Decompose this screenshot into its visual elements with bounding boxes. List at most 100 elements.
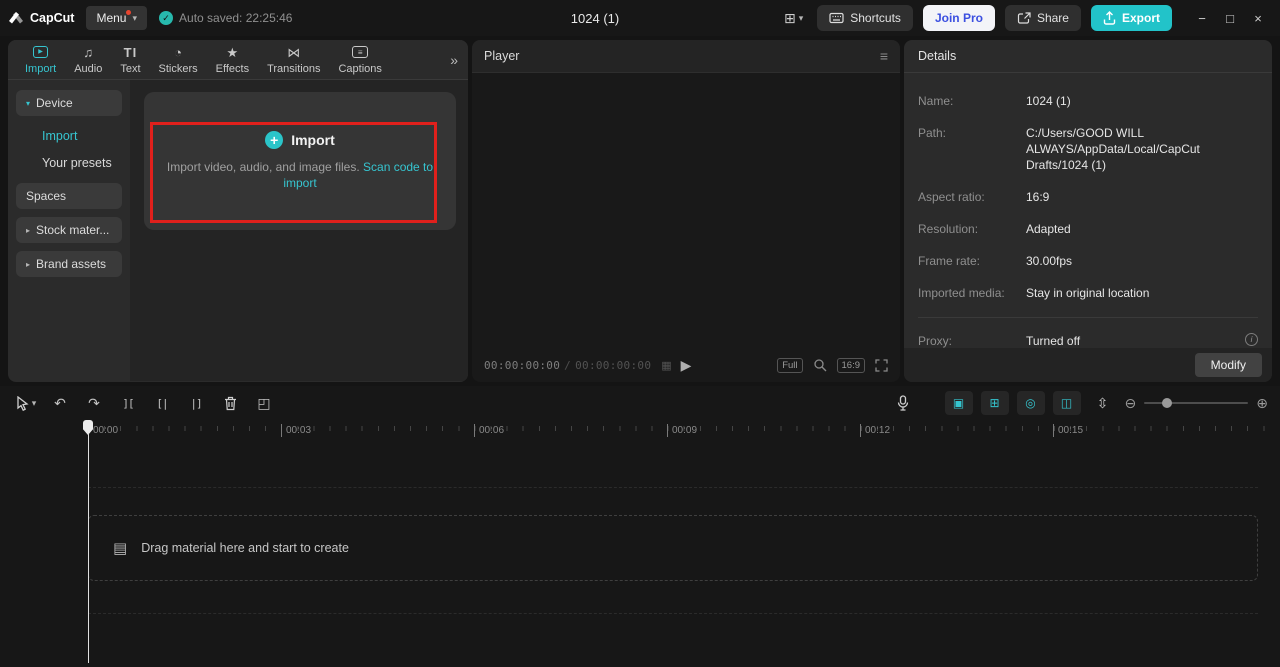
- timeline-ruler[interactable]: 00:00 00:03 00:06 00:09 00:12 00:15: [0, 420, 1280, 444]
- maximize-button[interactable]: □: [1216, 5, 1244, 31]
- chevron-down-icon: ▾: [132, 13, 137, 24]
- fullscreen-icon[interactable]: [875, 359, 888, 372]
- chevron-right-icon: ▸: [26, 226, 30, 235]
- track-zone-divider: [88, 487, 1258, 488]
- chevron-down-icon: ▾: [799, 13, 804, 24]
- modify-button[interactable]: Modify: [1195, 353, 1262, 377]
- menu-button[interactable]: Menu ▾: [86, 6, 147, 30]
- tab-audio[interactable]: ♫ Audio: [65, 41, 111, 79]
- tab-import[interactable]: ▶ Import: [16, 41, 65, 79]
- preview-axis-toggle[interactable]: ◫: [1053, 391, 1081, 415]
- sidebar-item-brand-assets[interactable]: ▸ Brand assets: [16, 251, 122, 277]
- microphone-icon: [897, 395, 909, 411]
- aspect-ratio-button[interactable]: 16:9: [837, 358, 866, 373]
- details-footer: Modify: [904, 348, 1272, 382]
- keyboard-icon: [829, 12, 844, 24]
- minimize-button[interactable]: −: [1188, 5, 1216, 31]
- tab-stickers[interactable]: ◔ Stickers: [150, 41, 207, 79]
- frame-settings-icon[interactable]: ▦: [661, 359, 671, 372]
- playhead[interactable]: [83, 420, 93, 663]
- share-label: Share: [1037, 11, 1069, 25]
- play-button[interactable]: ▶: [681, 357, 692, 374]
- export-label: Export: [1122, 11, 1160, 25]
- text-icon: TI: [124, 45, 138, 60]
- media-sidebar: ▾ Device Import Your presets Spaces ▸ St…: [8, 80, 130, 381]
- timeline-toolbar: ▾ ↶ ↷ ][ [| |] ◰: [0, 386, 1280, 420]
- tab-text[interactable]: TI Text: [111, 41, 149, 79]
- import-dropzone[interactable]: + Import Import video, audio, and image …: [144, 92, 456, 230]
- delete-left-button[interactable]: [|: [148, 390, 176, 416]
- timeline-section: ▾ ↶ ↷ ][ [| |] ◰: [0, 386, 1280, 667]
- tab-transitions-label: Transitions: [267, 63, 320, 75]
- timecode-separator: /: [564, 359, 571, 372]
- divider: [918, 317, 1258, 318]
- detail-row-frame-rate: Frame rate: 30.00fps: [918, 253, 1258, 269]
- tab-text-label: Text: [120, 63, 140, 75]
- detail-row-aspect-ratio: Aspect ratio: 16:9: [918, 189, 1258, 205]
- ruler-label: 00:06: [474, 424, 504, 437]
- tab-audio-label: Audio: [74, 63, 102, 75]
- project-title: 1024 (1): [505, 11, 685, 26]
- player-menu-icon[interactable]: ≡: [880, 48, 888, 64]
- crop-button[interactable]: ◰: [250, 390, 278, 416]
- import-card-description: Import video, audio, and image files. Sc…: [150, 159, 450, 191]
- export-button[interactable]: Export: [1091, 5, 1172, 31]
- window-controls: − □ ×: [1188, 5, 1272, 31]
- tab-captions[interactable]: ≡ Captions: [329, 41, 390, 79]
- trash-icon: [224, 396, 237, 411]
- auto-snap-toggle[interactable]: ⊞: [981, 391, 1009, 415]
- workspace-layout-button[interactable]: ⊞ ▾: [780, 10, 807, 27]
- import-icon: ▶: [33, 45, 48, 60]
- empty-track-dropzone[interactable]: ▤ Drag material here and start to create: [88, 515, 1258, 581]
- timeline-zoom-slider[interactable]: [1144, 402, 1248, 404]
- main-track-magnet-toggle[interactable]: ▣: [945, 391, 973, 415]
- sidebar-device-label: Device: [36, 96, 73, 110]
- info-icon[interactable]: i: [1245, 333, 1258, 346]
- sidebar-item-import[interactable]: Import: [16, 129, 122, 143]
- media-content: + Import Import video, audio, and image …: [130, 80, 468, 381]
- details-panel: Details Name: 1024 (1) Path: C:/Users/GO…: [904, 40, 1272, 382]
- tab-import-label: Import: [25, 63, 56, 75]
- sidebar-item-device[interactable]: ▾ Device: [16, 90, 122, 116]
- join-pro-button[interactable]: Join Pro: [923, 5, 995, 31]
- zoom-in-button[interactable]: ⊕: [1256, 395, 1268, 412]
- effects-star-icon: ★: [227, 45, 239, 60]
- sidebar-item-stock-materials[interactable]: ▸ Stock mater...: [16, 217, 122, 243]
- close-button[interactable]: ×: [1244, 5, 1272, 31]
- player-header: Player ≡: [472, 40, 900, 73]
- more-tabs-button[interactable]: »: [450, 52, 458, 68]
- delete-right-button[interactable]: |]: [182, 390, 210, 416]
- shortcuts-label: Shortcuts: [850, 11, 901, 25]
- tab-captions-label: Captions: [338, 63, 381, 75]
- full-quality-button[interactable]: Full: [777, 358, 802, 373]
- zoom-slider-handle[interactable]: [1162, 398, 1172, 408]
- capcut-window: CapCut Menu ▾ ✓ Auto saved: 22:25:46 102…: [0, 0, 1280, 667]
- player-controls: 00:00:00:00 / 00:00:00:00 ▦ ▶ Full 16:9: [472, 348, 900, 382]
- zoom-out-button[interactable]: ⊖: [1125, 395, 1137, 412]
- shortcuts-button[interactable]: Shortcuts: [817, 5, 913, 31]
- tab-effects[interactable]: ★ Effects: [207, 41, 258, 79]
- delete-button[interactable]: [216, 390, 244, 416]
- tab-transitions[interactable]: ⋈ Transitions: [258, 41, 329, 79]
- detail-row-proxy: Proxy: Turned off i: [918, 333, 1258, 349]
- empty-track-hint: Drag material here and start to create: [141, 541, 349, 555]
- timeline-tools-right: ▣ ⊞ ◎ ◫ ⇳ ⊖ ⊕: [889, 390, 1268, 416]
- select-tool-button[interactable]: ▾: [12, 390, 40, 416]
- record-voiceover-button[interactable]: [889, 390, 917, 416]
- join-pro-label: Join Pro: [935, 11, 983, 25]
- undo-button[interactable]: ↶: [46, 390, 74, 416]
- player-panel: Player ≡ 00:00:00:00 / 00:00:00:00 ▦ ▶ F…: [472, 40, 900, 382]
- redo-button[interactable]: ↷: [80, 390, 108, 416]
- sidebar-item-spaces[interactable]: Spaces: [16, 183, 122, 209]
- playhead-line: [88, 433, 89, 663]
- sidebar-item-your-presets[interactable]: Your presets: [16, 156, 122, 170]
- chevron-right-icon: ▸: [26, 260, 30, 269]
- preview-zoom-icon[interactable]: [813, 358, 827, 372]
- track-height-button[interactable]: ⇳: [1089, 390, 1117, 416]
- link-clips-toggle[interactable]: ◎: [1017, 391, 1045, 415]
- sticker-icon: ◔: [174, 45, 182, 60]
- split-button[interactable]: ][: [114, 390, 142, 416]
- capcut-logo-text: CapCut: [30, 11, 74, 25]
- capcut-logo: CapCut: [8, 11, 74, 25]
- share-button[interactable]: Share: [1005, 5, 1081, 31]
